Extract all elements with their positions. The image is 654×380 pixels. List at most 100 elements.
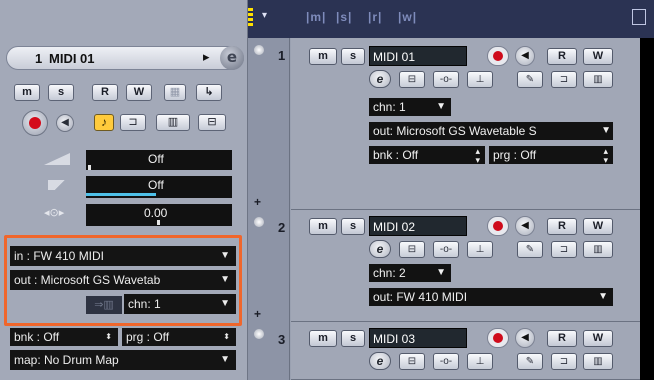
- track-scroll-strip[interactable]: [640, 322, 654, 380]
- global-solo-label[interactable]: |s|: [336, 10, 352, 24]
- lane-icon[interactable]: ⊟: [399, 353, 425, 370]
- pan-field[interactable]: Off: [86, 176, 232, 198]
- track-name-field[interactable]: MIDI 01: [369, 46, 467, 66]
- track-mute-button[interactable]: m: [309, 330, 337, 347]
- track-scroll-strip[interactable]: [640, 210, 654, 322]
- insert-icon[interactable]: -o-: [433, 353, 459, 370]
- track-record-button[interactable]: [487, 216, 509, 236]
- track-solo-button[interactable]: s: [341, 218, 365, 235]
- track-select-knob-icon[interactable]: [254, 45, 264, 55]
- track-channel-select[interactable]: chn: 2 ▼: [369, 264, 451, 282]
- track-read-button[interactable]: R: [547, 218, 577, 235]
- track-row-3[interactable]: 3 m s MIDI 03 ◀ R W e ⊟ -o- ⊥ ✎ ⊐ ▥: [248, 322, 654, 380]
- track-write-button[interactable]: W: [583, 218, 613, 235]
- track-select-knob-icon[interactable]: [254, 329, 264, 339]
- insert-icon[interactable]: -o-: [433, 71, 459, 88]
- track-controls: m s MIDI 01 ◀ R W e ⊟ -o- ⊥ ✎ ⊐ ▥ chn: 1…: [291, 38, 640, 210]
- track-list-settings-icon[interactable]: [248, 8, 253, 28]
- track-mute-button[interactable]: m: [309, 48, 337, 65]
- global-write-label[interactable]: |w|: [398, 10, 417, 24]
- music-note-icon[interactable]: ♪: [94, 114, 114, 131]
- inspector-track-number: 1: [35, 51, 43, 66]
- inspector-mute-button[interactable]: m: [14, 84, 40, 101]
- track-read-button[interactable]: R: [547, 330, 577, 347]
- record-dot-icon: [493, 51, 503, 61]
- lane-display-icon[interactable]: ▥: [583, 353, 613, 370]
- window-maximize-icon[interactable]: [632, 9, 646, 25]
- track-program-select[interactable]: prg : Off ▴ ▾: [489, 146, 613, 164]
- track-row-1[interactable]: 1 + m s MIDI 01 ◀ R W e ⊟ -o- ⊥ ✎ ⊐ ▥ ch…: [248, 38, 654, 210]
- lane-icon[interactable]: ⊟: [399, 241, 425, 258]
- lock-icon[interactable]: ⊐: [551, 71, 577, 88]
- inspector-solo-button[interactable]: s: [48, 84, 74, 101]
- track-name-field[interactable]: MIDI 03: [369, 328, 467, 348]
- track-bank-select[interactable]: bnk : Off ▴ ▾: [369, 146, 485, 164]
- track-record-button[interactable]: [487, 328, 509, 348]
- track-solo-button[interactable]: s: [341, 330, 365, 347]
- track-output-select[interactable]: out: FW 410 MIDI ▼: [369, 288, 613, 306]
- track-channel-value: chn: 1: [373, 100, 406, 114]
- lock-icon[interactable]: ⊐: [551, 353, 577, 370]
- lock-icon[interactable]: ⊐: [120, 114, 146, 131]
- track-channel-select[interactable]: chn: 1 ▼: [369, 98, 451, 116]
- program-select[interactable]: prg : Off ⬍: [122, 328, 236, 346]
- track-delay-field[interactable]: 0.00: [86, 204, 232, 226]
- inspector-monitor-button[interactable]: ◀: [56, 114, 74, 132]
- track-delay-value: 0.00: [144, 206, 168, 220]
- lane-display-icon[interactable]: ▥: [156, 114, 190, 131]
- inspector-record-enable-button[interactable]: [22, 110, 48, 136]
- speaker-icon[interactable]: ◀: [515, 46, 535, 66]
- track-write-button[interactable]: W: [583, 48, 613, 65]
- send-icon[interactable]: ⊥: [467, 353, 493, 370]
- output-routing-icon[interactable]: ↳: [196, 84, 222, 101]
- track-list-dropdown-icon[interactable]: ▾: [262, 10, 267, 21]
- lock-icon[interactable]: ⊐: [551, 241, 577, 258]
- track-output-select[interactable]: out: Microsoft GS Wavetable S ▼: [369, 122, 613, 140]
- global-read-label[interactable]: |r|: [368, 10, 382, 24]
- inspector-read-button[interactable]: R: [92, 84, 118, 101]
- pencil-icon[interactable]: ✎: [517, 353, 543, 370]
- track-row-2[interactable]: 2 + m s MIDI 02 ◀ R W e ⊟ -o- ⊥ ✎ ⊐ ▥ ch…: [248, 210, 654, 322]
- track-write-button[interactable]: W: [583, 330, 613, 347]
- speaker-icon[interactable]: ◀: [515, 328, 535, 348]
- global-mute-label[interactable]: |m|: [306, 10, 326, 24]
- inspector-track-name[interactable]: MIDI 01: [49, 51, 95, 66]
- send-icon[interactable]: ⊥: [467, 241, 493, 258]
- track-record-button[interactable]: [487, 46, 509, 66]
- volume-field[interactable]: Off: [86, 150, 232, 170]
- track-number: 2: [278, 220, 286, 235]
- expand-lanes-icon[interactable]: +: [254, 307, 261, 321]
- edit-in-place-icon[interactable]: ⊟: [198, 114, 226, 131]
- pencil-icon[interactable]: ✎: [517, 71, 543, 88]
- track-read-button[interactable]: R: [547, 48, 577, 65]
- bank-select[interactable]: bnk : Off ⬍: [10, 328, 118, 346]
- inspector-write-button[interactable]: W: [126, 84, 152, 101]
- track-select-knob-icon[interactable]: [254, 217, 264, 227]
- track-side-strip: 2 +: [248, 210, 290, 322]
- drum-map-value: map: No Drum Map: [14, 353, 119, 367]
- track-bank-value: bnk : Off: [373, 148, 419, 162]
- expand-arrow-icon[interactable]: ▸: [203, 49, 210, 65]
- inspector-track-header[interactable]: 1 MIDI 01 ▸ e: [6, 46, 244, 70]
- edit-instrument-icon[interactable]: e: [369, 352, 391, 370]
- lane-icon[interactable]: ⊟: [399, 71, 425, 88]
- inspector-panel: 1 MIDI 01 ▸ e m s R W ▦ ↳ ◀ ♪ ⊐ ▥ ⊟ Off …: [0, 0, 248, 380]
- lane-display-icon[interactable]: ▥: [583, 241, 613, 258]
- track-mute-button[interactable]: m: [309, 218, 337, 235]
- track-solo-button[interactable]: s: [341, 48, 365, 65]
- drum-map-select[interactable]: map: No Drum Map ▼: [10, 350, 236, 370]
- global-read-text: r: [372, 10, 379, 24]
- track-delay-icon: ◂⊙▸: [44, 207, 65, 219]
- speaker-icon[interactable]: ◀: [515, 216, 535, 236]
- edit-instrument-icon[interactable]: e: [369, 240, 391, 258]
- edit-instrument-icon[interactable]: e: [369, 70, 391, 88]
- pencil-icon[interactable]: ✎: [517, 241, 543, 258]
- expand-lanes-icon[interactable]: +: [254, 195, 261, 209]
- insert-icon[interactable]: -o-: [433, 241, 459, 258]
- lane-display-icon[interactable]: ▥: [583, 71, 613, 88]
- track-name-field[interactable]: MIDI 02: [369, 216, 467, 236]
- freeze-icon[interactable]: ▦: [164, 84, 186, 101]
- send-icon[interactable]: ⊥: [467, 71, 493, 88]
- edit-instrument-icon[interactable]: e: [220, 46, 244, 70]
- track-scroll-strip[interactable]: [640, 38, 654, 210]
